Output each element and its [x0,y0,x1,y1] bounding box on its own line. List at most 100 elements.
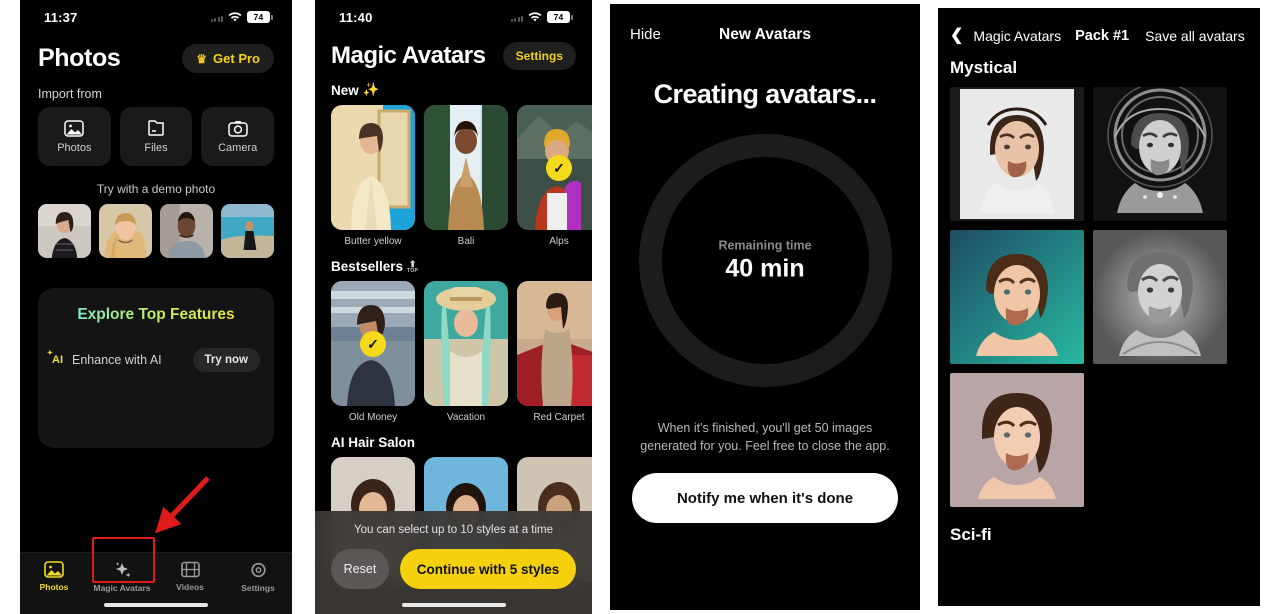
section-header-ai-hair-salon: AI Hair Salon [315,423,592,457]
camera-icon [227,120,248,137]
style-thumbnail: ✓ [331,281,415,406]
style-card[interactable]: Vacation [424,281,508,423]
home-indicator [401,603,506,607]
status-bar: 11:40 74 [315,0,592,34]
style-thumbnail [424,281,508,406]
battery-indicator: 74 [247,11,273,23]
demo-photo-2[interactable] [99,204,152,258]
wifi-icon [228,11,242,23]
settings-button[interactable]: Settings [502,42,576,70]
continue-button[interactable]: Continue with 5 styles [400,549,576,589]
style-card[interactable]: Butter yellow [331,105,415,247]
selected-check-icon: ✓ [360,331,386,357]
feature-row-enhance-ai[interactable]: AI Enhance with AI Try now [47,348,260,372]
top-badge-icon: ⬆ TOP [407,258,419,274]
selection-note: You can select up to 10 styles at a time [353,524,554,536]
tab-label: Videos [176,582,204,592]
avatar-mystical-2[interactable] [1093,87,1227,221]
features-title: Explore Top Features [52,306,260,324]
sheet-buttons: Reset Continue with 5 styles [331,549,576,589]
back-link[interactable]: Magic Avatars [973,28,1061,44]
photos-header: Photos ♛ Get Pro [20,34,292,73]
avatar-grid [938,87,1260,507]
demo-photo-4[interactable] [221,204,274,258]
section-title: Bestsellers [331,259,404,274]
tab-settings[interactable]: Settings [224,561,292,593]
import-option-label: Photos [57,141,92,154]
explore-features-card: Explore Top Features AI Enhance with AI … [38,288,274,448]
ai-sparkle-icon: AI [47,349,63,366]
reset-button[interactable]: Reset [331,549,389,589]
tab-photos[interactable]: Photos [20,561,88,592]
style-tiles-new: Butter yellow Bali ✓ Alps [315,105,592,247]
crown-icon: ♛ [196,51,208,66]
import-option-photos[interactable]: Photos [38,107,111,166]
magic-avatars-header: Magic Avatars Settings [315,34,592,70]
try-now-button[interactable]: Try now [192,348,260,372]
avatar-mystical-3[interactable] [950,230,1084,364]
phone-screen-creating-avatars: Hide New Avatars Creating avatars... Rem… [610,4,920,610]
section-header-bestsellers: Bestsellers ⬆ TOP [315,247,592,281]
signal-dots-icon [510,13,523,22]
phone-screen-avatar-pack: ❮ Magic Avatars Pack #1 Save all avatars… [938,8,1260,606]
import-option-files[interactable]: Files [119,107,193,166]
progress-ring-center: Remaining time 40 min [610,238,920,283]
section-title: AI Hair Salon [331,435,416,450]
pack-title: Pack #1 [1075,28,1130,44]
tab-magic-avatars[interactable]: Magic Avatars [88,561,156,593]
notify-me-button[interactable]: Notify me when it's done [632,473,898,524]
style-card[interactable]: ✓ Old Money [331,281,415,423]
save-all-avatars-button[interactable]: Save all avatars [1145,28,1245,44]
sparkles-icon [115,562,131,578]
style-name: Red Carpet [533,412,585,423]
remaining-time-value: 40 min [725,254,805,282]
screenshot-root: 11:37 74 Photos ♛ Get Pro Import from Ph… [0,0,1280,614]
selection-bottom-sheet: You can select up to 10 styles at a time… [315,511,592,614]
tab-videos[interactable]: Videos [156,561,224,592]
tab-label: Photos [39,582,69,592]
signal-dots-icon [210,13,223,22]
gear-icon [250,562,266,578]
status-time: 11:40 [339,9,373,25]
remaining-time-label: Remaining time [718,238,812,252]
import-option-label: Files [144,142,168,154]
image-icon [44,561,64,578]
film-icon [180,561,200,578]
battery-indicator: 74 [547,11,573,23]
get-pro-button[interactable]: ♛ Get Pro [182,44,274,73]
style-thumbnail: ✓ [517,105,592,230]
image-icon [64,119,85,137]
avatar-mystical-1[interactable] [950,87,1084,221]
style-card[interactable]: Bali [424,105,508,247]
page-title: Magic Avatars [331,42,486,69]
creating-note: When it's finished, you'll get 50 images… [640,421,890,454]
get-pro-label: Get Pro [213,51,260,66]
tab-label: Magic Avatars [93,583,151,593]
import-from-label: Import from [38,87,102,101]
style-name: Alps [549,236,569,247]
pack-header: ❮ Magic Avatars Pack #1 Save all avatars [938,8,1260,45]
style-card[interactable]: ✓ Alps [517,105,592,247]
annotation-arrow-icon [155,476,210,534]
tab-label: Settings [241,583,275,593]
progress-ring: Remaining time 40 min [610,134,920,387]
style-name: Bali [457,236,475,247]
style-name: Old Money [348,412,398,423]
home-indicator [104,603,208,607]
demo-photo-3[interactable] [160,204,213,258]
import-option-camera[interactable]: Camera [201,107,275,166]
creating-heading: Creating avatars... [653,79,877,109]
avatar-mystical-5[interactable] [950,373,1084,507]
avatar-mystical-4[interactable] [1093,230,1227,364]
section-title: New [331,82,359,98]
style-tiles-bestsellers: ✓ Old Money Vacation Red Carpet [315,281,592,423]
style-thumbnail [424,105,508,230]
chevron-left-icon[interactable]: ❮ [950,28,963,44]
style-card[interactable]: Red Carpet [517,281,592,423]
sparkles-emoji-icon: ✨ [362,82,380,97]
feature-label: Enhance with AI [72,353,162,367]
style-name: Butter yellow [344,236,402,247]
section-title-mystical: Mystical [950,58,1018,77]
phone-screen-magic-avatars: 11:40 74 Magic Avatars Settings New ✨ Bu… [315,0,592,614]
demo-photo-1[interactable] [38,204,91,258]
